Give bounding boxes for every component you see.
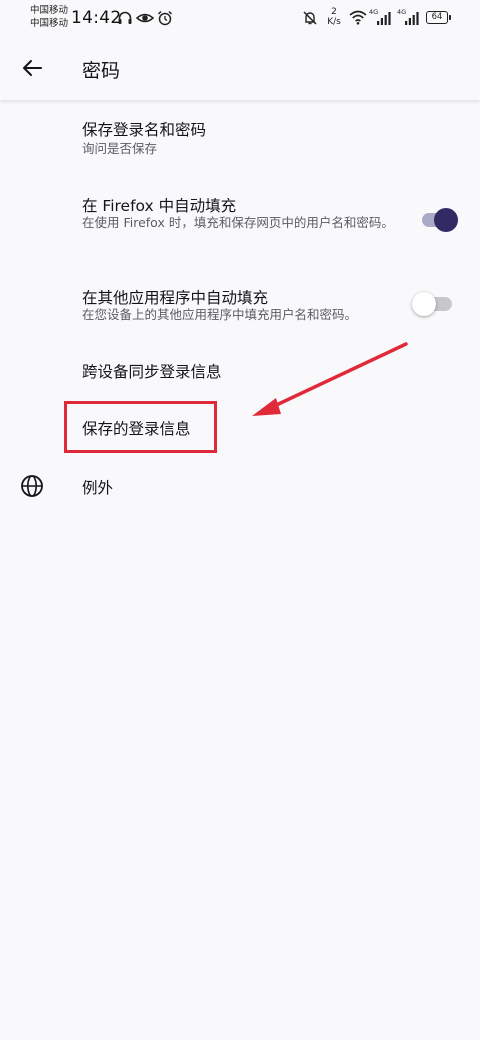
annotation-highlight-box [64,401,217,453]
autofill-other-apps-toggle[interactable] [412,292,458,316]
pref-title: 跨设备同步登录信息 [82,363,222,381]
globe-icon [21,475,43,497]
pref-sync-logins[interactable]: 跨设备同步登录信息 [0,346,480,396]
pref-summary: 在使用 Firefox 时，填充和保存网页中的用户名和密码。 [82,215,394,230]
pref-summary: 询问是否保存 [82,141,158,156]
pref-title: 在其他应用程序中自动填充 [82,289,269,307]
wifi-icon [349,10,367,25]
speed-value: 2 [331,7,337,17]
carrier-2: 中国移动 [30,18,69,29]
toggle-thumb [434,208,458,232]
back-button[interactable] [14,50,50,86]
network-speed: 2 K/s [325,7,343,27]
pref-save-logins[interactable]: 保存登录名和密码 询问是否保存 [0,104,480,170]
status-time: 14:42 [71,8,122,28]
pref-title: 在 Firefox 中自动填充 [82,197,237,215]
battery-icon: 64 [426,11,451,24]
carrier-labels: 中国移动 中国移动 [30,4,68,30]
toggle-thumb [412,292,436,316]
page-title: 密码 [82,60,121,82]
status-bar: 中国移动 中国移动 14:42 2 K/s 4G 4G 64 [0,0,480,36]
headphones-icon [118,11,132,24]
pref-autofill-other-apps[interactable]: 在其他应用程序中自动填充 在您设备上的其他应用程序中填充用户名和密码。 [0,274,480,340]
signal-icon [405,12,419,25]
signal-icon [377,12,391,25]
pref-exceptions[interactable]: 例外 [0,460,480,512]
autofill-firefox-toggle[interactable] [418,208,458,232]
pref-title: 保存登录名和密码 [82,121,207,139]
mute-bell-icon [303,11,317,25]
app-bar: 密码 [0,36,480,100]
alarm-icon [157,10,173,26]
carrier-1: 中国移动 [30,5,69,16]
eye-icon [136,13,154,23]
speed-unit: K/s [327,17,341,27]
pref-autofill-firefox[interactable]: 在 Firefox 中自动填充 在使用 Firefox 时，填充和保存网页中的用… [0,182,480,266]
pref-title: 例外 [82,479,114,497]
arrow-left-icon [23,60,42,76]
pref-summary: 在您设备上的其他应用程序中填充用户名和密码。 [82,307,358,322]
